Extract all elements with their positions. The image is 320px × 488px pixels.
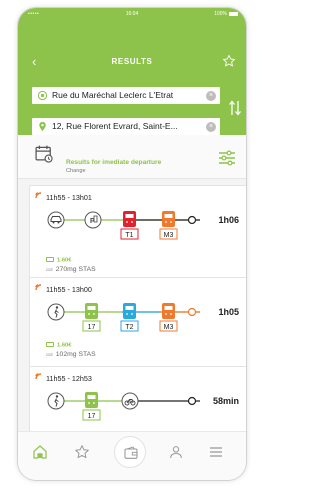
swap-icon[interactable] [228, 99, 242, 117]
line-badge-m3: M3 [164, 232, 174, 239]
star-icon[interactable] [74, 444, 90, 460]
battery-status: 100% [214, 11, 238, 17]
ticket-icon [46, 257, 54, 262]
line-badge-t2: T2 [125, 324, 133, 331]
result-duration: 1h06 [218, 215, 239, 225]
price-value: 1.60€ [57, 257, 72, 264]
pin-icon [39, 121, 46, 132]
result-price: 1.60€ [46, 257, 72, 264]
metro-icon [162, 303, 175, 319]
co2-label: co2 [46, 267, 53, 272]
status-time: 16:04 [125, 11, 139, 17]
title-bar: ‹ RESULTS [18, 52, 246, 72]
destination-value: 12, Rue Florent Evrard, Saint-E... [52, 121, 178, 131]
phone-screen: ••••• 16:04 100% ‹ RESULTS Rue du Maréch… [18, 8, 246, 480]
walk-icon [47, 303, 65, 321]
battery-level: 100% [214, 11, 227, 17]
price-value: 1.60€ [57, 342, 72, 349]
locate-icon [37, 90, 48, 101]
departure-bar[interactable] [18, 135, 246, 179]
car-icon [47, 211, 65, 229]
metro-icon [162, 211, 175, 227]
co2-value: 270mg [55, 266, 77, 273]
line-badge-t1: T1 [125, 232, 133, 239]
clear-destination-icon[interactable]: × [206, 121, 216, 132]
bus-icon [85, 392, 98, 408]
origin-value: Rue du Maréchal Leclerc L'Etrat [52, 90, 174, 100]
home-icon[interactable] [32, 444, 48, 460]
wallet-icon [124, 446, 138, 459]
tram-icon [123, 303, 136, 319]
line-badge-17: 17 [88, 324, 96, 331]
status-bar: ••••• 16:04 100% [18, 8, 246, 22]
calendar-icon [35, 145, 53, 163]
filter-icon[interactable] [218, 150, 236, 166]
departure-title: Results for imediate departure [66, 159, 162, 166]
result-card[interactable]: 11h55 - 12h53 17 58min [29, 366, 246, 436]
co2-label: co2 [46, 352, 53, 357]
battery-icon [229, 12, 238, 16]
destination-dot [187, 307, 197, 317]
tram-icon [123, 211, 136, 227]
line-badge-17: 17 [88, 413, 96, 420]
wallet-button[interactable] [114, 436, 146, 468]
route-diagram: P T1 M3 [47, 211, 200, 240]
walk-icon [47, 392, 65, 410]
destination-dot [187, 215, 197, 225]
park-ride-icon: P [84, 211, 102, 229]
clear-origin-icon[interactable]: × [206, 90, 216, 101]
favorite-star-icon[interactable] [222, 54, 236, 68]
bus-icon [85, 303, 98, 319]
destination-input[interactable]: 12, Rue Florent Evrard, Saint-E... × [32, 118, 220, 135]
result-emissions: co2 270mg STAS [46, 266, 96, 273]
line-badge-m3: M3 [164, 324, 174, 331]
destination-dot [187, 396, 197, 406]
result-price: 1.60€ [46, 342, 72, 349]
tab-bar [18, 431, 246, 480]
route-diagram: 17 T2 M3 [47, 303, 200, 332]
result-emissions: co2 102mg STAS [46, 351, 96, 358]
change-link[interactable]: Change [66, 168, 86, 174]
operator-name: STAS [78, 351, 96, 358]
result-card[interactable]: 11h55 - 13h00 17 T2 M3 1h05 1.60€ co2 10… [29, 277, 246, 369]
ticket-icon [46, 342, 54, 347]
operator-name: STAS [78, 266, 96, 273]
co2-value: 102mg [55, 351, 77, 358]
bike-icon [121, 392, 139, 410]
page-title: RESULTS [111, 57, 153, 66]
user-icon[interactable] [168, 444, 184, 460]
origin-input[interactable]: Rue du Maréchal Leclerc L'Etrat × [32, 87, 220, 104]
result-duration: 1h05 [218, 307, 239, 317]
menu-icon[interactable] [208, 444, 224, 460]
result-duration: 58min [212, 396, 239, 406]
header: ••••• 16:04 100% ‹ RESULTS Rue du Maréch… [18, 8, 246, 135]
